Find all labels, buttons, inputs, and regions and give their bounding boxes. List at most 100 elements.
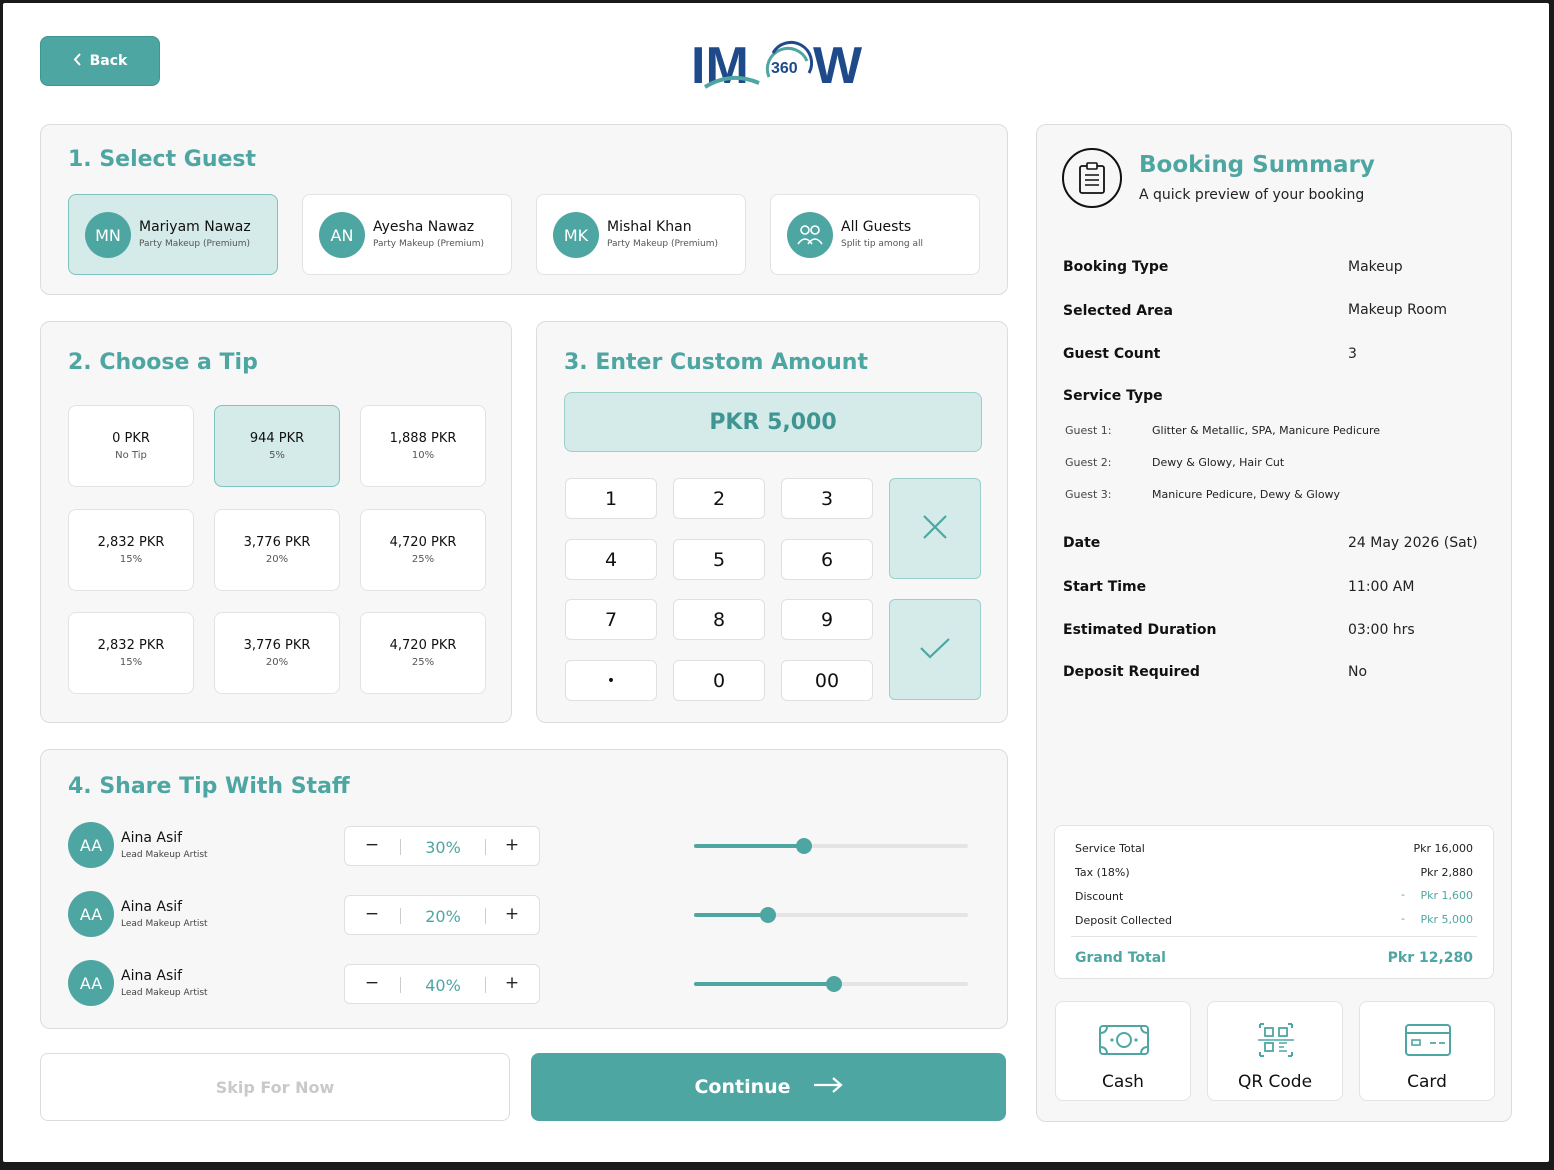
confirm-button[interactable] [889,599,981,700]
skip-button[interactable]: Skip For Now [40,1053,510,1121]
service-guest-label: Guest 1: [1065,424,1112,437]
pay-cash-button[interactable]: Cash [1055,1001,1191,1101]
percent-value[interactable]: 30% [400,838,486,857]
key-6[interactable]: 6 [781,539,873,580]
guest-card-ayesha[interactable]: AN Ayesha Nawaz Party Makeup (Premium) [302,194,512,275]
tip-option[interactable]: 3,776 PKR 20% [214,612,340,694]
slider-thumb[interactable] [759,907,776,923]
decrement-button[interactable]: − [357,904,387,924]
guest-card-mariyam[interactable]: MN Mariyam Nawaz Party Makeup (Premium) [68,194,278,275]
arrow-right-icon [813,1076,843,1099]
check-icon [919,636,951,664]
deposit-required-value: No [1348,664,1368,680]
percent-stepper: − 40% + [344,964,540,1004]
tip-amount: 4,720 PKR [389,638,457,653]
key-1[interactable]: 1 [565,478,657,519]
grand-total-label: Grand Total [1075,950,1166,966]
slider-thumb[interactable] [795,838,812,854]
key-3[interactable]: 3 [781,478,873,519]
clear-button[interactable] [889,478,981,579]
logo-text-left: IM [691,37,749,95]
guest-name: Mishal Khan [607,219,692,235]
tax-label: Tax (18%) [1075,866,1130,879]
slider-thumb[interactable] [825,976,842,992]
select-guest-title: 1. Select Guest [68,147,257,172]
amount-display[interactable]: PKR 5,000 [564,392,982,452]
grand-total-value: Pkr 12,280 [1387,950,1473,966]
pay-card-label: Card [1407,1072,1447,1092]
tip-option[interactable]: 2,832 PKR 15% [68,509,194,591]
percent-value[interactable]: 20% [400,907,486,926]
summary-subtitle: A quick preview of your booking [1139,187,1365,203]
tax-value: Pkr 2,880 [1420,866,1473,879]
continue-button[interactable]: Continue [531,1053,1006,1121]
app-frame: Back IM 360 W 1. Select Guest MN Mariyam… [3,3,1549,1162]
tip-percent: 5% [269,450,285,461]
increment-button[interactable]: + [497,835,527,855]
totals-box: Service Total Pkr 16,000 Tax (18%) Pkr 2… [1054,825,1494,979]
increment-button[interactable]: + [497,904,527,924]
share-tip-title: 4. Share Tip With Staff [68,774,350,799]
tip-percent: 20% [265,554,289,565]
key-0[interactable]: 0 [673,660,765,701]
guest-count-value: 3 [1348,346,1357,362]
tip-percent: 25% [411,554,435,565]
tip-option[interactable]: 0 PKR No Tip [68,405,194,487]
decrement-button[interactable]: − [357,835,387,855]
tip-percent: 20% [265,657,289,668]
continue-label: Continue [694,1076,791,1098]
key-decimal[interactable]: • [565,660,657,701]
qr-code-icon [1250,1022,1302,1058]
pay-card-button[interactable]: Card [1359,1001,1495,1101]
discount-label: Discount [1075,890,1124,903]
share-slider[interactable] [694,838,968,854]
key-4[interactable]: 4 [565,539,657,580]
close-icon [922,514,948,544]
key-9[interactable]: 9 [781,599,873,640]
selected-area-label: Selected Area [1063,303,1173,319]
staff-role: Lead Makeup Artist [121,919,208,929]
service-type-label: Service Type [1063,388,1163,404]
guest-card-mishal[interactable]: MK Mishal Khan Party Makeup (Premium) [536,194,746,275]
key-2[interactable]: 2 [673,478,765,519]
deposit-dash: - [1401,912,1405,925]
select-guest-section: 1. Select Guest MN Mariyam Nawaz Party M… [40,124,1008,295]
staff-role: Lead Makeup Artist [121,988,208,998]
share-slider[interactable] [694,976,968,992]
pay-qr-label: QR Code [1237,1072,1313,1092]
back-button[interactable]: Back [40,36,160,86]
discount-value: Pkr 1,600 [1420,889,1473,902]
slider-fill [694,913,768,917]
pay-qr-button[interactable]: QR Code [1207,1001,1343,1101]
key-00[interactable]: 00 [781,660,873,701]
duration-value: 03:00 hrs [1348,622,1415,638]
service-guest-label: Guest 3: [1065,488,1112,501]
tip-option[interactable]: 4,720 PKR 25% [360,612,486,694]
decrement-button[interactable]: − [357,973,387,993]
guest-card-all[interactable]: All Guests Split tip among all [770,194,980,275]
share-slider[interactable] [694,907,968,923]
service-guest-list: Dewy & Glowy, Hair Cut [1152,456,1285,469]
key-5[interactable]: 5 [673,539,765,580]
key-8[interactable]: 8 [673,599,765,640]
guest-service: Split tip among all [841,239,924,249]
custom-amount-section: 3. Enter Custom Amount PKR 5,000 1 2 3 4… [536,321,1008,723]
increment-button[interactable]: + [497,973,527,993]
cash-icon [1098,1022,1150,1058]
back-label: Back [89,53,128,69]
choose-tip-section: 2. Choose a Tip 0 PKR No Tip 944 PKR 5% … [40,321,512,723]
tip-option[interactable]: 2,832 PKR 15% [68,612,194,694]
start-time-value: 11:00 AM [1348,579,1415,595]
key-7[interactable]: 7 [565,599,657,640]
tip-option[interactable]: 4,720 PKR 25% [360,509,486,591]
divider [1071,936,1477,937]
deposit-collected-value: Pkr 5,000 [1420,913,1473,926]
percent-value[interactable]: 40% [400,976,486,995]
tip-option[interactable]: 1,888 PKR 10% [360,405,486,487]
guest-service: Party Makeup (Premium) [607,239,719,249]
avatar: MN [85,212,131,258]
tip-option[interactable]: 944 PKR 5% [214,405,340,487]
tip-option[interactable]: 3,776 PKR 20% [214,509,340,591]
tip-amount: 2,832 PKR [97,638,165,653]
service-guest-label: Guest 2: [1065,456,1112,469]
